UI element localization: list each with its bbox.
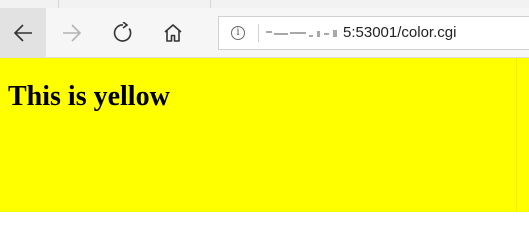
back-button[interactable] — [0, 8, 46, 57]
tab-divider — [210, 0, 211, 8]
forward-button[interactable] — [49, 8, 95, 57]
page-viewport: This is yellow — [0, 58, 529, 212]
address-divider — [258, 24, 259, 42]
home-icon — [164, 23, 182, 42]
page-heading: This is yellow — [8, 81, 170, 112]
redacted-host — [266, 30, 340, 38]
info-icon[interactable]: i — [231, 26, 245, 40]
browser-toolbar: i 5:53001/color.cgi — [0, 8, 529, 58]
refresh-button[interactable] — [100, 8, 146, 57]
tab-strip — [0, 0, 529, 8]
url-text[interactable]: 5:53001/color.cgi — [343, 17, 456, 49]
address-bar[interactable]: i 5:53001/color.cgi — [218, 16, 529, 50]
tab-divider — [58, 0, 59, 8]
scrollbar-track[interactable] — [516, 58, 529, 212]
home-button[interactable] — [150, 8, 196, 57]
arrow-left-icon — [13, 23, 32, 42]
refresh-icon — [113, 21, 132, 42]
arrow-right-icon — [63, 23, 82, 42]
